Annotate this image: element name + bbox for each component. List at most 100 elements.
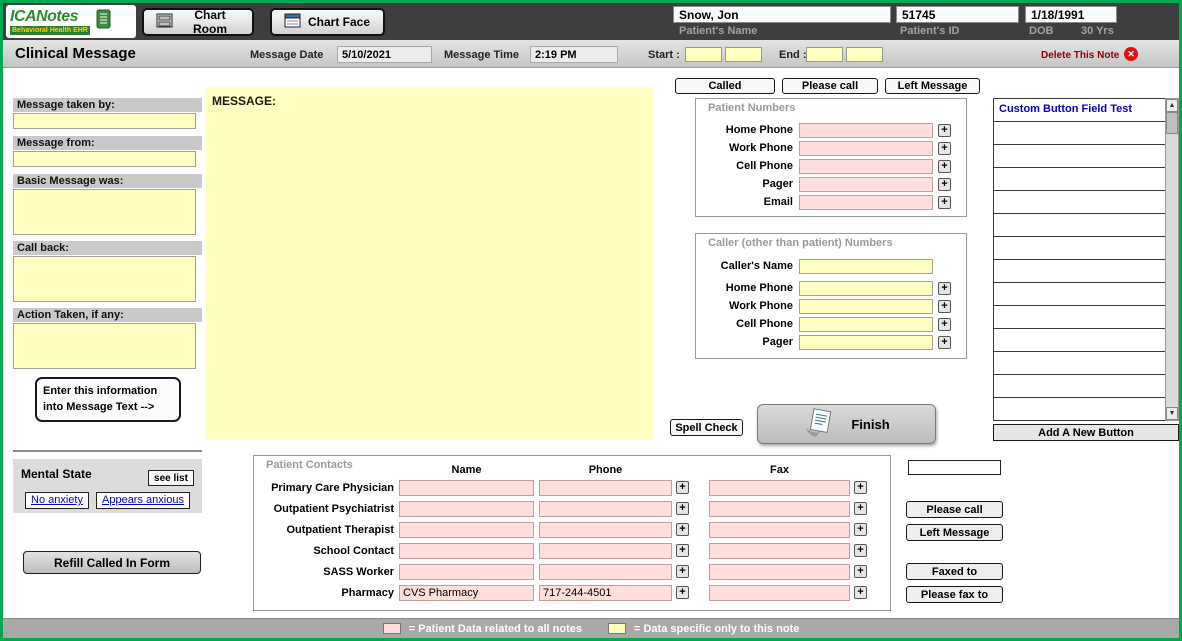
side-note-input[interactable] — [908, 460, 1001, 475]
custom-button-8[interactable] — [993, 259, 1166, 283]
school-fax-input[interactable] — [709, 543, 850, 559]
add-pharmacy-phone-button[interactable]: + — [676, 586, 689, 599]
patient-pager-input[interactable] — [799, 177, 933, 192]
add-email-button[interactable]: + — [938, 196, 951, 209]
custom-button-9[interactable] — [993, 282, 1166, 306]
sass-name-input[interactable] — [399, 564, 534, 580]
pcp-phone-input[interactable] — [539, 480, 672, 496]
basic-message-textarea[interactable] — [13, 189, 196, 235]
message-date-input[interactable] — [337, 46, 432, 63]
chart-room-button[interactable]: Chart Room — [142, 8, 254, 36]
custom-button-10[interactable] — [993, 305, 1166, 329]
psychiatrist-name-input[interactable] — [399, 501, 534, 517]
custom-button-13[interactable] — [993, 374, 1166, 398]
side-left-message-button[interactable]: Left Message — [906, 524, 1003, 541]
add-pharmacy-fax-button[interactable]: + — [854, 586, 867, 599]
custom-buttons-scrollbar[interactable]: ▲ ▼ — [1165, 98, 1179, 421]
please-call-button[interactable]: Please call — [782, 78, 878, 94]
pharmacy-phone-input[interactable] — [539, 585, 672, 601]
action-taken-textarea[interactable] — [13, 323, 196, 369]
message-time-input[interactable] — [530, 46, 618, 63]
add-sass-phone-button[interactable]: + — [676, 565, 689, 578]
custom-button-12[interactable] — [993, 351, 1166, 375]
therapist-fax-input[interactable] — [709, 522, 850, 538]
see-list-button[interactable]: see list — [148, 470, 194, 486]
scroll-down-button[interactable]: ▼ — [1166, 407, 1178, 420]
add-pcp-phone-button[interactable]: + — [676, 481, 689, 494]
psychiatrist-fax-input[interactable] — [709, 501, 850, 517]
add-caller-home-phone-button[interactable]: + — [938, 282, 951, 295]
caller-cell-phone-input[interactable] — [799, 317, 933, 332]
scroll-up-button[interactable]: ▲ — [1166, 99, 1178, 112]
start-time-input-1[interactable] — [685, 47, 722, 62]
pharmacy-fax-input[interactable] — [709, 585, 850, 601]
caller-home-phone-input[interactable] — [799, 281, 933, 296]
add-home-phone-button[interactable]: + — [938, 124, 951, 137]
called-button[interactable]: Called — [675, 78, 775, 94]
custom-button-4[interactable] — [993, 167, 1166, 191]
add-pager-button[interactable]: + — [938, 178, 951, 191]
scrollbar-thumb[interactable] — [1166, 112, 1178, 134]
add-caller-pager-button[interactable]: + — [938, 336, 951, 349]
spell-check-button[interactable]: Spell Check — [670, 419, 743, 436]
custom-button-2[interactable] — [993, 121, 1166, 145]
add-caller-work-phone-button[interactable]: + — [938, 300, 951, 313]
add-psychiatrist-fax-button[interactable]: + — [854, 502, 867, 515]
add-cell-phone-button[interactable]: + — [938, 160, 951, 173]
psychiatrist-phone-input[interactable] — [539, 501, 672, 517]
message-from-input[interactable] — [13, 151, 196, 167]
delete-note-link[interactable]: Delete This Note — [1041, 50, 1119, 61]
custom-button-11[interactable] — [993, 328, 1166, 352]
appears-anxious-link[interactable]: Appears anxious — [96, 492, 190, 509]
caller-pager-input[interactable] — [799, 335, 933, 350]
custom-button-14[interactable] — [993, 397, 1166, 421]
school-name-input[interactable] — [399, 543, 534, 559]
patient-work-phone-input[interactable] — [799, 141, 933, 156]
school-phone-input[interactable] — [539, 543, 672, 559]
add-work-phone-button[interactable]: + — [938, 142, 951, 155]
custom-button-3[interactable] — [993, 144, 1166, 168]
add-therapist-phone-button[interactable]: + — [676, 523, 689, 536]
add-caller-cell-phone-button[interactable]: + — [938, 318, 951, 331]
left-message-button[interactable]: Left Message — [885, 78, 980, 94]
patient-cell-phone-input[interactable] — [799, 159, 933, 174]
refill-called-in-form-button[interactable]: Refill Called In Form — [23, 551, 201, 574]
please-fax-to-button[interactable]: Please fax to — [906, 586, 1003, 603]
side-please-call-button[interactable]: Please call — [906, 501, 1003, 518]
psychiatrist-label: Outpatient Psychiatrist — [254, 503, 394, 515]
pcp-name-input[interactable] — [399, 480, 534, 496]
add-therapist-fax-button[interactable]: + — [854, 523, 867, 536]
delete-note-icon[interactable]: ✕ — [1124, 47, 1138, 61]
custom-button-7[interactable] — [993, 236, 1166, 260]
therapist-phone-input[interactable] — [539, 522, 672, 538]
message-text-area[interactable]: MESSAGE: — [206, 87, 653, 440]
custom-button-6[interactable] — [993, 213, 1166, 237]
message-taken-by-input[interactable] — [13, 113, 196, 129]
pcp-fax-input[interactable] — [709, 480, 850, 496]
add-psychiatrist-phone-button[interactable]: + — [676, 502, 689, 515]
no-anxiety-link[interactable]: No anxiety — [25, 492, 89, 509]
add-new-button[interactable]: Add A New Button — [993, 424, 1179, 441]
call-back-textarea[interactable] — [13, 256, 196, 302]
sass-phone-input[interactable] — [539, 564, 672, 580]
chart-face-button[interactable]: Chart Face — [270, 8, 385, 36]
custom-button-5[interactable] — [993, 190, 1166, 214]
caller-work-phone-input[interactable] — [799, 299, 933, 314]
finish-button[interactable]: Finish — [757, 404, 936, 444]
add-school-fax-button[interactable]: + — [854, 544, 867, 557]
end-time-input-2[interactable] — [846, 47, 883, 62]
caller-name-input[interactable] — [799, 259, 933, 274]
enter-into-message-button[interactable]: Enter this information into Message Text… — [35, 377, 181, 422]
faxed-to-button[interactable]: Faxed to — [906, 563, 1003, 580]
therapist-name-input[interactable] — [399, 522, 534, 538]
add-pcp-fax-button[interactable]: + — [854, 481, 867, 494]
sass-fax-input[interactable] — [709, 564, 850, 580]
add-sass-fax-button[interactable]: + — [854, 565, 867, 578]
start-time-input-2[interactable] — [725, 47, 762, 62]
end-time-input-1[interactable] — [806, 47, 843, 62]
patient-home-phone-input[interactable] — [799, 123, 933, 138]
add-school-phone-button[interactable]: + — [676, 544, 689, 557]
patient-email-input[interactable] — [799, 195, 933, 210]
custom-button-1[interactable]: Custom Button Field Test — [993, 98, 1166, 122]
pharmacy-name-input[interactable] — [399, 585, 534, 601]
